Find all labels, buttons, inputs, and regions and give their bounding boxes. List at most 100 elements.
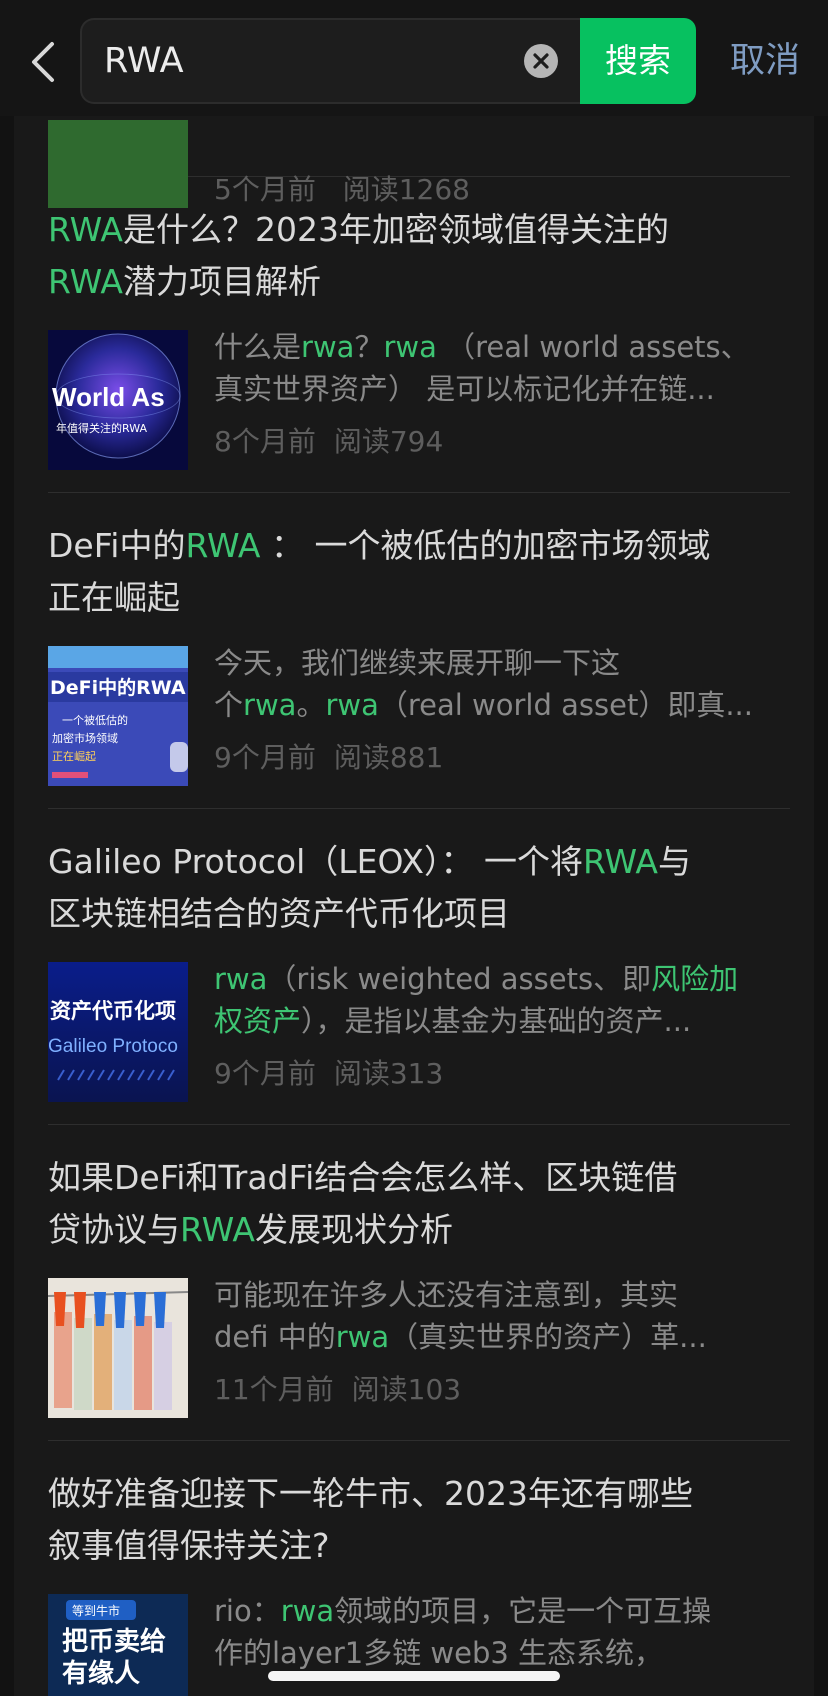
text-line: defi 中的rwa（真实世界的资产）革...: [214, 1316, 790, 1358]
text-segment: defi 中的: [214, 1320, 336, 1354]
text-line: 如果DeFi和TradFi结合会怎么样、区块链借: [48, 1152, 790, 1204]
keyword-highlight: rwa: [335, 1320, 390, 1354]
thumb-text: 等到牛市: [72, 1603, 120, 1618]
text-line: Galileo Protocol（LEOX）： 一个将RWA与: [48, 836, 790, 888]
keyword-highlight: rwa: [243, 688, 297, 722]
keyword-highlight: RWA: [582, 842, 658, 881]
result-snippet: 可能现在许多人还没有注意到，其实 defi 中的rwa（真实世界的资产）革...: [214, 1274, 790, 1358]
result-reads: 阅读313: [333, 1057, 444, 1090]
thumb-text: 把币卖给: [62, 1626, 166, 1657]
text-segment: Galileo Protocol（LEOX）： 一个将: [48, 842, 583, 881]
text-segment: 贷协议与: [48, 1210, 180, 1249]
clear-icon[interactable]: [524, 44, 558, 78]
text-segment: 作的layer1多链 web3 生态系统，: [214, 1636, 664, 1670]
search-header: RWA 搜索 取消: [0, 0, 828, 116]
text-segment: 什么是: [214, 330, 302, 364]
result-meta: 8个月前 阅读794: [214, 420, 443, 460]
result-reads: 阅读794: [333, 425, 444, 458]
text-segment: 叙事值得保持关注?: [48, 1526, 330, 1565]
article-thumbnail: DeFi中的RWA 一个被低估的 加密市场领域 正在崛起: [48, 646, 188, 786]
keyword-highlight: RWA: [48, 210, 123, 249]
keyword-highlight: rwa: [280, 1594, 335, 1628]
thumb-text: 加密市场领域: [52, 731, 118, 745]
result-time: 9个月前: [214, 741, 316, 774]
home-indicator[interactable]: [268, 1671, 560, 1681]
text-segment: 领域的项目，它是一个可互操: [334, 1594, 712, 1628]
text-line: 正在崛起: [48, 572, 790, 624]
text-line: 什么是rwa？rwa （real world assets、: [214, 326, 790, 368]
text-line: 贷协议与RWA发展现状分析: [48, 1204, 790, 1256]
result-snippet: 什么是rwa？rwa （real world assets、 真实世界资产） 是可…: [214, 326, 790, 410]
keyword-highlight: RWA: [185, 526, 261, 565]
keyword-highlight: rwa: [325, 688, 379, 722]
back-button[interactable]: [26, 40, 66, 84]
result-title: 如果DeFi和TradFi结合会怎么样、区块链借 贷协议与RWA发展现状分析: [48, 1152, 790, 1256]
text-line: 叙事值得保持关注?: [48, 1520, 790, 1572]
keyword-highlight: rwa: [214, 962, 268, 996]
result-item[interactable]: 如果DeFi和TradFi结合会怎么样、区块链借 贷协议与RWA发展现状分析 可…: [48, 1124, 790, 1441]
text-segment: 。: [296, 688, 326, 722]
text-segment: 发展现状分析: [255, 1210, 453, 1249]
text-line: 权资产），是指以基金为基础的资产...: [214, 1000, 790, 1042]
text-segment: （real world asset）即真...: [378, 688, 753, 722]
text-segment: ： 一个被低估的加密市场领域: [260, 526, 711, 565]
thumb-text: 一个被低估的: [62, 713, 128, 727]
result-title: 做好准备迎接下一轮牛市、2023年还有哪些 叙事值得保持关注?: [48, 1468, 790, 1572]
text-segment: 可能现在许多人还没有注意到，其实: [214, 1278, 679, 1312]
result-meta: 11个月前 阅读103: [214, 1368, 461, 1408]
text-segment: （real world assets、: [436, 330, 750, 364]
chevron-left-icon: [32, 42, 54, 82]
search-input-box[interactable]: RWA: [80, 18, 580, 104]
text-segment: 今天，我们继续来展开聊一下这: [214, 646, 621, 680]
search-button[interactable]: 搜索: [580, 18, 696, 104]
text-segment: 个: [214, 688, 244, 722]
text-line: DeFi中的RWA ： 一个被低估的加密市场领域: [48, 520, 790, 572]
text-line: RWA是什么？2023年加密领域值得关注的: [48, 204, 790, 256]
results-list: 5个月前 阅读1268 RWA是什么？2023年加密领域值得关注的 RWA潜力项目…: [14, 0, 814, 1696]
text-segment: （risk weighted assets、即: [267, 962, 652, 996]
thumb-text: 年值得关注的RWA: [56, 421, 147, 435]
search-input[interactable]: RWA: [104, 20, 184, 102]
article-thumbnail: 资产代币化项 Galileo Protoco: [48, 962, 188, 1102]
keyword-highlight: rwa: [301, 330, 355, 364]
result-time: 8个月前: [214, 425, 316, 458]
result-meta: 9个月前 阅读313: [214, 1052, 443, 1092]
text-segment: 正在崛起: [48, 578, 180, 617]
article-thumbnail: [48, 1278, 188, 1418]
keyword-highlight: RWA: [48, 262, 123, 301]
text-line: RWA潜力项目解析: [48, 256, 790, 308]
result-time: 9个月前: [214, 1057, 316, 1090]
keyword-highlight: rwa: [383, 330, 437, 364]
text-segment: 潜力项目解析: [123, 262, 321, 301]
article-thumbnail: World As 年值得关注的RWA: [48, 330, 188, 470]
result-item[interactable]: DeFi中的RWA ： 一个被低估的加密市场领域正在崛起 DeFi中的RWA 一…: [48, 492, 790, 809]
result-title: Galileo Protocol（LEOX）： 一个将RWA与 区块链相结合的资产…: [48, 836, 790, 940]
text-segment: DeFi中的: [48, 526, 186, 565]
result-item[interactable]: RWA是什么？2023年加密领域值得关注的 RWA潜力项目解析 World As …: [48, 176, 790, 493]
thumb-text: 正在崛起: [52, 749, 96, 763]
thumb-text: DeFi中的RWA: [50, 676, 186, 699]
cancel-button[interactable]: 取消: [710, 18, 820, 104]
result-item[interactable]: Galileo Protocol（LEOX）： 一个将RWA与 区块链相结合的资产…: [48, 808, 790, 1125]
result-title: DeFi中的RWA ： 一个被低估的加密市场领域正在崛起: [48, 520, 790, 624]
result-title: RWA是什么？2023年加密领域值得关注的 RWA潜力项目解析: [48, 204, 790, 308]
text-segment: 真实世界资产） 是可以标记化并在链...: [214, 372, 715, 406]
thumb-text: World As: [52, 382, 165, 412]
result-item[interactable]: 做好准备迎接下一轮牛市、2023年还有哪些 叙事值得保持关注? 等到牛市 把币卖给…: [48, 1440, 790, 1696]
text-segment: ？: [354, 330, 384, 364]
keyword-highlight: RWA: [180, 1210, 255, 1249]
text-line: 作的layer1多链 web3 生态系统，: [214, 1632, 790, 1674]
result-reads: 阅读103: [351, 1373, 462, 1406]
result-time: 11个月前: [214, 1373, 334, 1406]
text-line: 今天，我们继续来展开聊一下这: [214, 642, 790, 684]
result-snippet: rio：rwa领域的项目，它是一个可互操 作的layer1多链 web3 生态系统…: [214, 1590, 790, 1674]
text-line: 可能现在许多人还没有注意到，其实: [214, 1274, 790, 1316]
text-segment: 如果DeFi和TradFi结合会怎么样、区块链借: [48, 1158, 678, 1197]
text-line: 个rwa。rwa（real world asset）即真...: [214, 684, 790, 726]
result-meta: 9个月前 阅读881: [214, 736, 443, 776]
text-segment: 与: [657, 842, 691, 881]
text-line: 做好准备迎接下一轮牛市、2023年还有哪些: [48, 1468, 790, 1520]
thumb-text: Galileo Protoco: [48, 1036, 178, 1057]
text-segment: 做好准备迎接下一轮牛市、2023年还有哪些: [48, 1474, 693, 1513]
result-snippet: 今天，我们继续来展开聊一下这 个rwa。rwa（real world asset）…: [214, 642, 790, 726]
